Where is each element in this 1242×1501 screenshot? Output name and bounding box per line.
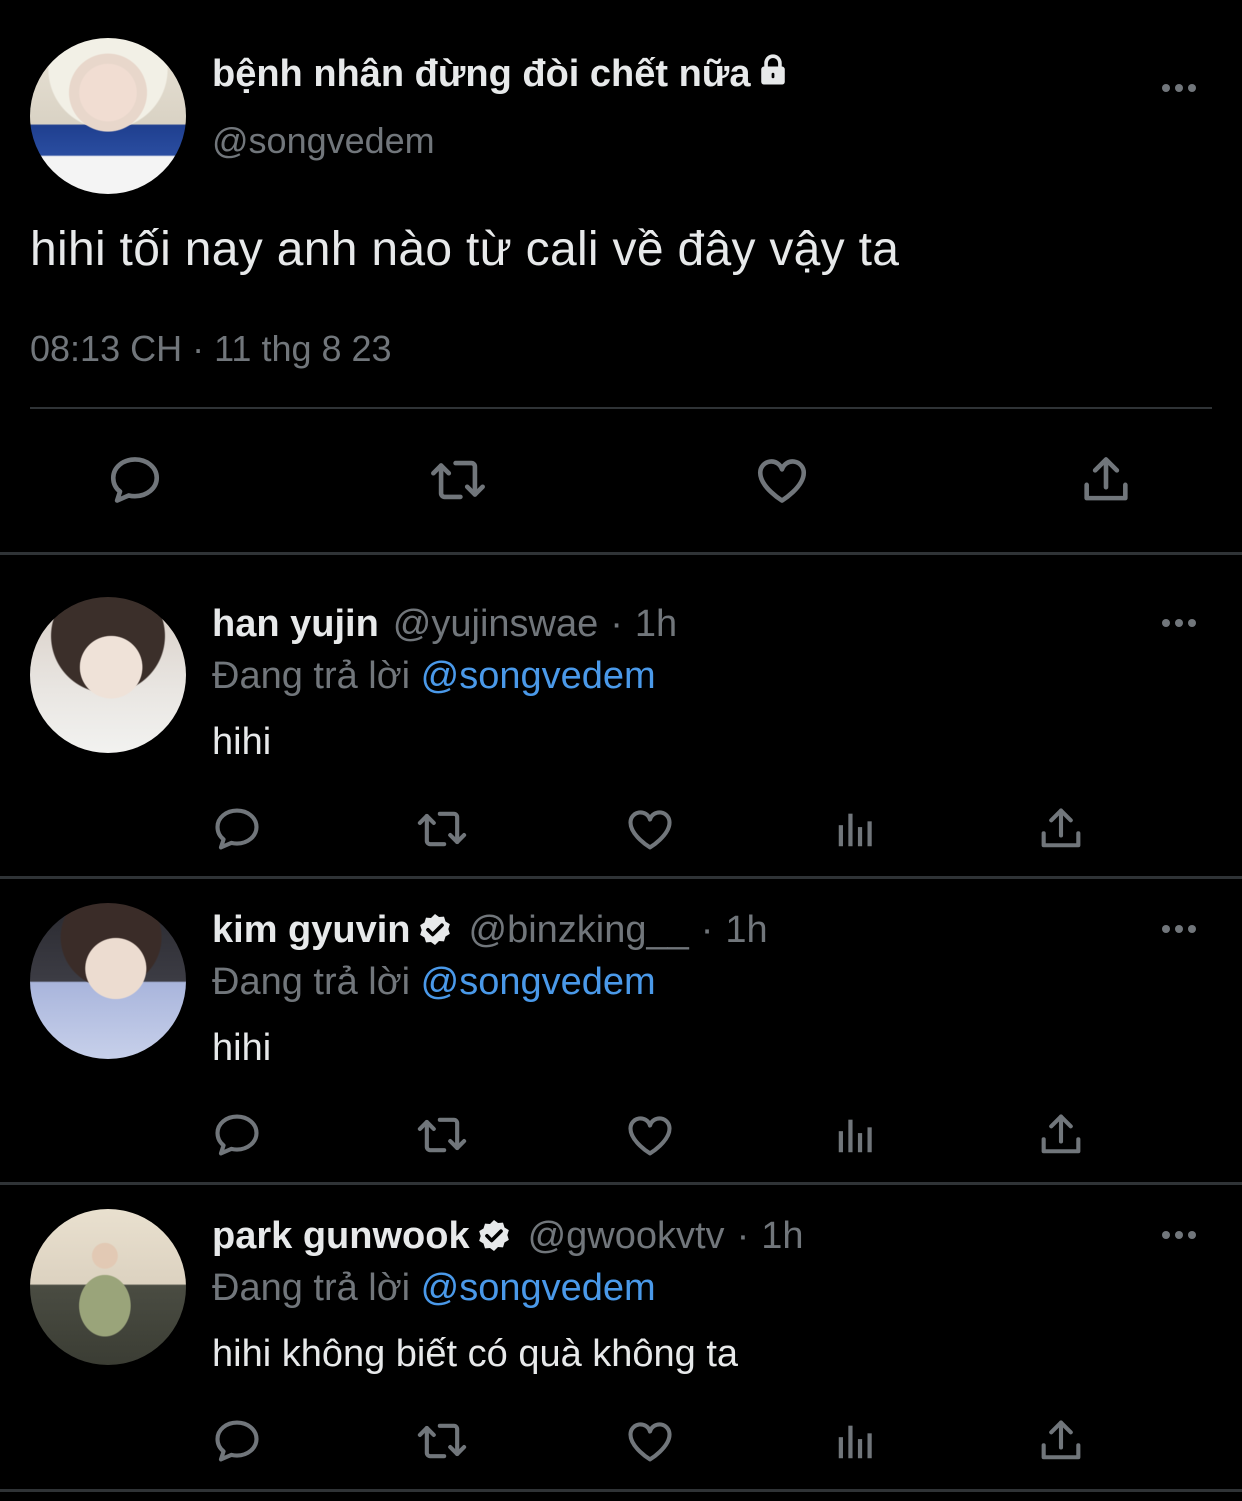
- divider: [30, 407, 1212, 409]
- views-button[interactable]: [828, 1107, 884, 1163]
- more-options-button[interactable]: [1159, 1225, 1199, 1245]
- like-icon: [752, 451, 812, 509]
- share-icon: [1035, 803, 1087, 855]
- more-options-button[interactable]: [1159, 613, 1199, 633]
- replying-to: Đang trả lời @songvedem: [212, 1267, 656, 1310]
- share-button[interactable]: [1033, 801, 1089, 857]
- share-icon: [1035, 1109, 1087, 1161]
- avatar[interactable]: [30, 38, 186, 194]
- display-name[interactable]: bệnh nhân đừng đòi chết nữa: [212, 52, 790, 96]
- views-icon: [833, 1112, 879, 1158]
- handle[interactable]: @yujinswae: [393, 603, 598, 646]
- time-ago[interactable]: 1h: [761, 1215, 803, 1258]
- separator-dot: ·: [736, 1215, 750, 1257]
- handle[interactable]: @gwookvtv: [528, 1215, 725, 1258]
- views-button[interactable]: [828, 801, 884, 857]
- retweet-icon: [414, 1109, 470, 1161]
- time-ago[interactable]: 1h: [725, 909, 767, 952]
- display-name-text: bệnh nhân đừng đòi chết nữa: [212, 53, 751, 95]
- retweet-icon: [414, 803, 470, 855]
- reply-icon: [106, 451, 164, 509]
- timestamp[interactable]: 08:13 CH · 11 thg 8 23: [30, 328, 392, 370]
- main-tweet: bệnh nhân đừng đòi chết nữa @songvedem h…: [0, 0, 1242, 553]
- share-button[interactable]: [1033, 1413, 1089, 1469]
- reply-tweet[interactable]: kim gyuvin @binzking__ · 1h Đang trả lời…: [0, 861, 1242, 1167]
- replying-to: Đang trả lời @songvedem: [212, 655, 656, 698]
- more-options-button[interactable]: [1159, 919, 1199, 939]
- reply-text: hihi không biết có quà không ta: [212, 1333, 739, 1375]
- retweet-icon: [428, 451, 488, 509]
- retweet-button[interactable]: [414, 801, 470, 857]
- like-button[interactable]: [622, 801, 678, 857]
- share-button[interactable]: [1033, 1107, 1089, 1163]
- like-icon: [623, 803, 677, 855]
- like-icon: [623, 1109, 677, 1161]
- avatar[interactable]: [30, 597, 186, 753]
- reply-tweet[interactable]: han yujin @yujinswae · 1h Đang trả lời @…: [0, 555, 1242, 861]
- replying-to: Đang trả lời @songvedem: [212, 961, 656, 1004]
- separator-dot: ·: [610, 603, 623, 645]
- mention-link[interactable]: @songvedem: [421, 655, 656, 697]
- verified-badge-icon: [474, 1217, 514, 1257]
- like-button[interactable]: [622, 1413, 678, 1469]
- more-options-button[interactable]: [1159, 78, 1199, 98]
- share-icon: [1035, 1415, 1087, 1467]
- handle[interactable]: @binzking__: [469, 909, 689, 952]
- avatar[interactable]: [30, 903, 186, 1059]
- mention-link[interactable]: @songvedem: [421, 1267, 656, 1309]
- reply-header: park gunwook @gwookvtv · 1h: [212, 1215, 804, 1258]
- replying-prefix: Đang trả lời: [212, 655, 411, 697]
- retweet-icon: [414, 1415, 470, 1467]
- time-ago[interactable]: 1h: [635, 603, 677, 646]
- views-icon: [833, 806, 879, 852]
- retweet-button[interactable]: [414, 1107, 470, 1163]
- retweet-button[interactable]: [428, 450, 488, 510]
- reply-button[interactable]: [209, 1107, 265, 1163]
- reply-button[interactable]: [105, 450, 165, 510]
- share-button[interactable]: [1076, 450, 1136, 510]
- reply-tweet[interactable]: park gunwook @gwookvtv · 1h Đang trả lời…: [0, 1167, 1242, 1473]
- reply-text: hihi: [212, 721, 272, 763]
- reply-icon: [211, 1109, 263, 1161]
- share-icon: [1077, 451, 1135, 509]
- reply-button[interactable]: [209, 801, 265, 857]
- separator-dot: ·: [700, 909, 714, 951]
- avatar[interactable]: [30, 1209, 186, 1365]
- reply-header: kim gyuvin @binzking__ · 1h: [212, 909, 768, 952]
- display-name[interactable]: han yujin: [212, 603, 379, 646]
- lock-icon: [756, 52, 790, 88]
- reply-header: han yujin @yujinswae · 1h: [212, 603, 677, 646]
- replying-prefix: Đang trả lời: [212, 1267, 411, 1309]
- reply-text: hihi: [212, 1027, 272, 1069]
- divider: [0, 1489, 1242, 1492]
- retweet-button[interactable]: [414, 1413, 470, 1469]
- mention-link[interactable]: @songvedem: [421, 961, 656, 1003]
- like-button[interactable]: [752, 450, 812, 510]
- verified-badge-icon: [415, 911, 455, 951]
- reply-icon: [211, 1415, 263, 1467]
- display-name[interactable]: kim gyuvin: [212, 909, 411, 952]
- handle[interactable]: @songvedem: [212, 120, 435, 162]
- like-button[interactable]: [622, 1107, 678, 1163]
- display-name[interactable]: park gunwook: [212, 1215, 470, 1258]
- views-icon: [833, 1418, 879, 1464]
- reply-icon: [211, 803, 263, 855]
- views-button[interactable]: [828, 1413, 884, 1469]
- tweet-text: hihi tối nay anh nào từ cali về đây vậy …: [30, 223, 900, 276]
- replying-prefix: Đang trả lời: [212, 961, 411, 1003]
- reply-button[interactable]: [209, 1413, 265, 1469]
- like-icon: [623, 1415, 677, 1467]
